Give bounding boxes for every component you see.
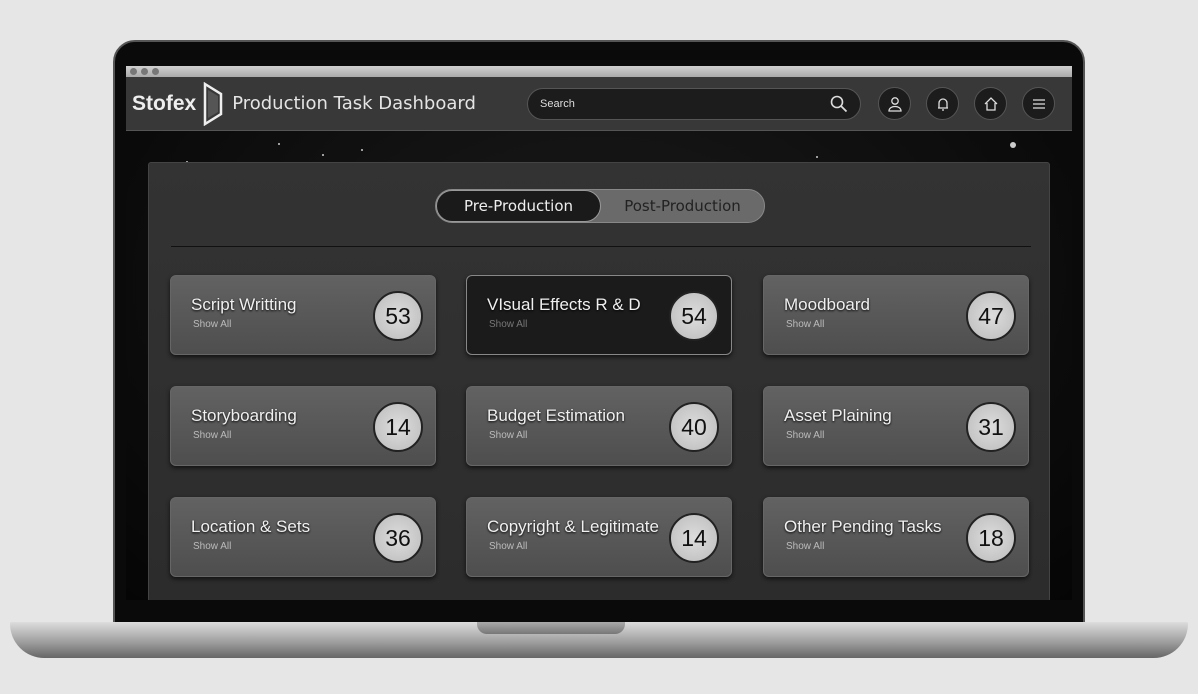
show-all-link[interactable]: Show All [786, 319, 824, 330]
menu-button[interactable] [1022, 87, 1055, 120]
screen: Stofex Production Task Dashboard Search … [126, 66, 1072, 600]
search-input[interactable]: Search [527, 88, 861, 120]
count-badge: 54 [669, 291, 719, 341]
divider [171, 246, 1031, 247]
card-title: Copyright & Legitimate [487, 517, 659, 536]
task-card[interactable]: Asset Plaining Show All 31 [763, 386, 1029, 466]
show-all-link[interactable]: Show All [786, 430, 824, 441]
laptop-notch [477, 622, 625, 634]
count-badge: 14 [669, 513, 719, 563]
count-badge: 31 [966, 402, 1016, 452]
window-titlebar [126, 66, 1072, 77]
search-placeholder: Search [540, 98, 575, 110]
count-badge: 18 [966, 513, 1016, 563]
task-card[interactable]: VIsual Effects R & D Show All 54 [466, 275, 732, 355]
card-title: Other Pending Tasks [784, 517, 942, 536]
phase-toggle: Pre-Production Post-Production [435, 189, 765, 223]
show-all-link[interactable]: Show All [193, 430, 231, 441]
count-badge: 14 [373, 402, 423, 452]
show-all-link[interactable]: Show All [786, 541, 824, 552]
tab-post-production[interactable]: Post-Production [601, 190, 764, 222]
task-card[interactable]: Script Writting Show All 53 [170, 275, 436, 355]
user-button[interactable] [878, 87, 911, 120]
task-card[interactable]: Budget Estimation Show All 40 [466, 386, 732, 466]
card-title: Location & Sets [191, 517, 311, 536]
task-card[interactable]: Other Pending Tasks Show All 18 [763, 497, 1029, 577]
task-card[interactable]: Copyright & Legitimate Show All 14 [466, 497, 732, 577]
app-header: Stofex Production Task Dashboard Search [126, 77, 1072, 131]
dashboard-panel: Pre-Production Post-Production Script Wr… [148, 162, 1050, 600]
card-title: Moodboard [784, 295, 871, 314]
notifications-button[interactable] [926, 87, 959, 120]
card-title: Script Writting [191, 295, 297, 314]
page-title: Production Task Dashboard [232, 93, 476, 114]
logo-icon [203, 81, 223, 126]
card-title: Budget Estimation [487, 406, 625, 425]
laptop-base [10, 622, 1188, 658]
bell-icon [937, 97, 948, 111]
user-icon [887, 96, 902, 112]
count-badge: 53 [373, 291, 423, 341]
show-all-link[interactable]: Show All [489, 541, 527, 552]
hamburger-icon [1032, 98, 1045, 109]
show-all-link[interactable]: Show All [193, 541, 231, 552]
task-card[interactable]: Moodboard Show All 47 [763, 275, 1029, 355]
close-dot[interactable] [130, 68, 137, 75]
minimize-dot[interactable] [141, 68, 148, 75]
card-title: Asset Plaining [784, 406, 892, 425]
tab-pre-production[interactable]: Pre-Production [436, 190, 601, 222]
show-all-link[interactable]: Show All [193, 319, 231, 330]
maximize-dot[interactable] [152, 68, 159, 75]
task-card[interactable]: Location & Sets Show All 36 [170, 497, 436, 577]
count-badge: 36 [373, 513, 423, 563]
card-title: VIsual Effects R & D [487, 295, 641, 314]
search-icon[interactable] [830, 95, 848, 113]
task-card[interactable]: Storyboarding Show All 14 [170, 386, 436, 466]
show-all-link[interactable]: Show All [489, 430, 527, 441]
count-badge: 47 [966, 291, 1016, 341]
home-button[interactable] [974, 87, 1007, 120]
show-all-link[interactable]: Show All [489, 319, 527, 330]
card-title: Storyboarding [191, 406, 297, 425]
count-badge: 40 [669, 402, 719, 452]
home-icon [984, 96, 997, 111]
brand-name: Stofex [132, 91, 197, 115]
